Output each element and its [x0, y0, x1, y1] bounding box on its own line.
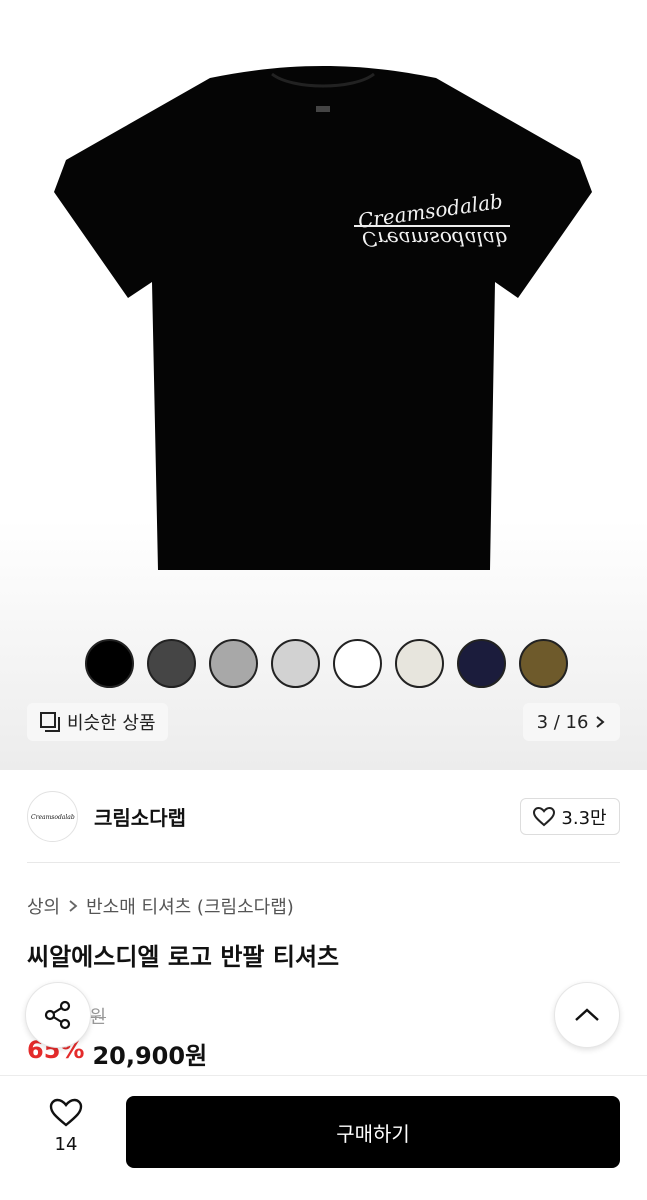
color-swatch-navy[interactable]: [457, 639, 506, 688]
breadcrumb-category[interactable]: 상의: [27, 893, 60, 919]
similar-items-icon: [40, 712, 60, 732]
chevron-right-icon: [69, 900, 78, 912]
product-title: 씨알에스디엘 로고 반팔 티셔츠: [27, 943, 340, 971]
breadcrumb-subcategory[interactable]: 반소매 티셔츠 (크림소다랩): [86, 893, 294, 919]
color-swatch-white[interactable]: [333, 639, 382, 688]
image-counter[interactable]: 3 / 16: [523, 703, 620, 741]
color-swatch-ivory[interactable]: [395, 639, 444, 688]
brand-logo-text: Creamsodalab: [31, 814, 75, 821]
color-swatch-gray[interactable]: [209, 639, 258, 688]
scroll-to-top-button[interactable]: [554, 982, 620, 1048]
tshirt-neck-label: [316, 106, 330, 112]
product-image-gallery[interactable]: Creamsodalab Creamsodalab 비슷한 상품 3 / 16: [0, 0, 647, 770]
buy-button[interactable]: 구매하기: [126, 1096, 620, 1168]
brand-name[interactable]: 크림소다랩: [94, 802, 186, 831]
brand-row: Creamsodalab 크림소다랩 3.3만: [27, 790, 620, 842]
chevron-up-icon: [575, 1008, 599, 1021]
color-swatch-charcoal[interactable]: [147, 639, 196, 688]
brand-like-button[interactable]: 3.3만: [520, 798, 620, 835]
color-swatches: [85, 639, 568, 688]
share-icon: [44, 1000, 71, 1030]
color-swatch-olive[interactable]: [519, 639, 568, 688]
wishlist-count: 14: [54, 1134, 78, 1155]
chest-logo-text-mirror: Creamsodalab: [362, 227, 508, 251]
divider: [27, 862, 620, 863]
image-counter-text: 3 / 16: [536, 711, 589, 733]
breadcrumb: 상의 반소매 티셔츠 (크림소다랩): [27, 893, 294, 919]
bottom-action-bar: 14 구매하기: [0, 1075, 647, 1200]
tshirt-shape: [54, 66, 592, 570]
wishlist-button[interactable]: 14: [30, 1098, 102, 1155]
similar-items-label: 비슷한 상품: [67, 713, 156, 734]
similar-items-button[interactable]: 비슷한 상품: [27, 703, 168, 741]
color-swatch-light-gray[interactable]: [271, 639, 320, 688]
chevron-right-icon: [596, 716, 605, 728]
heart-icon: [49, 1098, 83, 1127]
sale-price: 20,900원: [92, 1042, 208, 1070]
product-image[interactable]: Creamsodalab Creamsodalab: [40, 60, 606, 570]
color-swatch-black[interactable]: [85, 639, 134, 688]
heart-icon: [533, 806, 556, 826]
brand-logo[interactable]: Creamsodalab: [27, 790, 78, 842]
brand-like-count: 3.3만: [561, 807, 607, 829]
share-button[interactable]: [25, 982, 91, 1048]
